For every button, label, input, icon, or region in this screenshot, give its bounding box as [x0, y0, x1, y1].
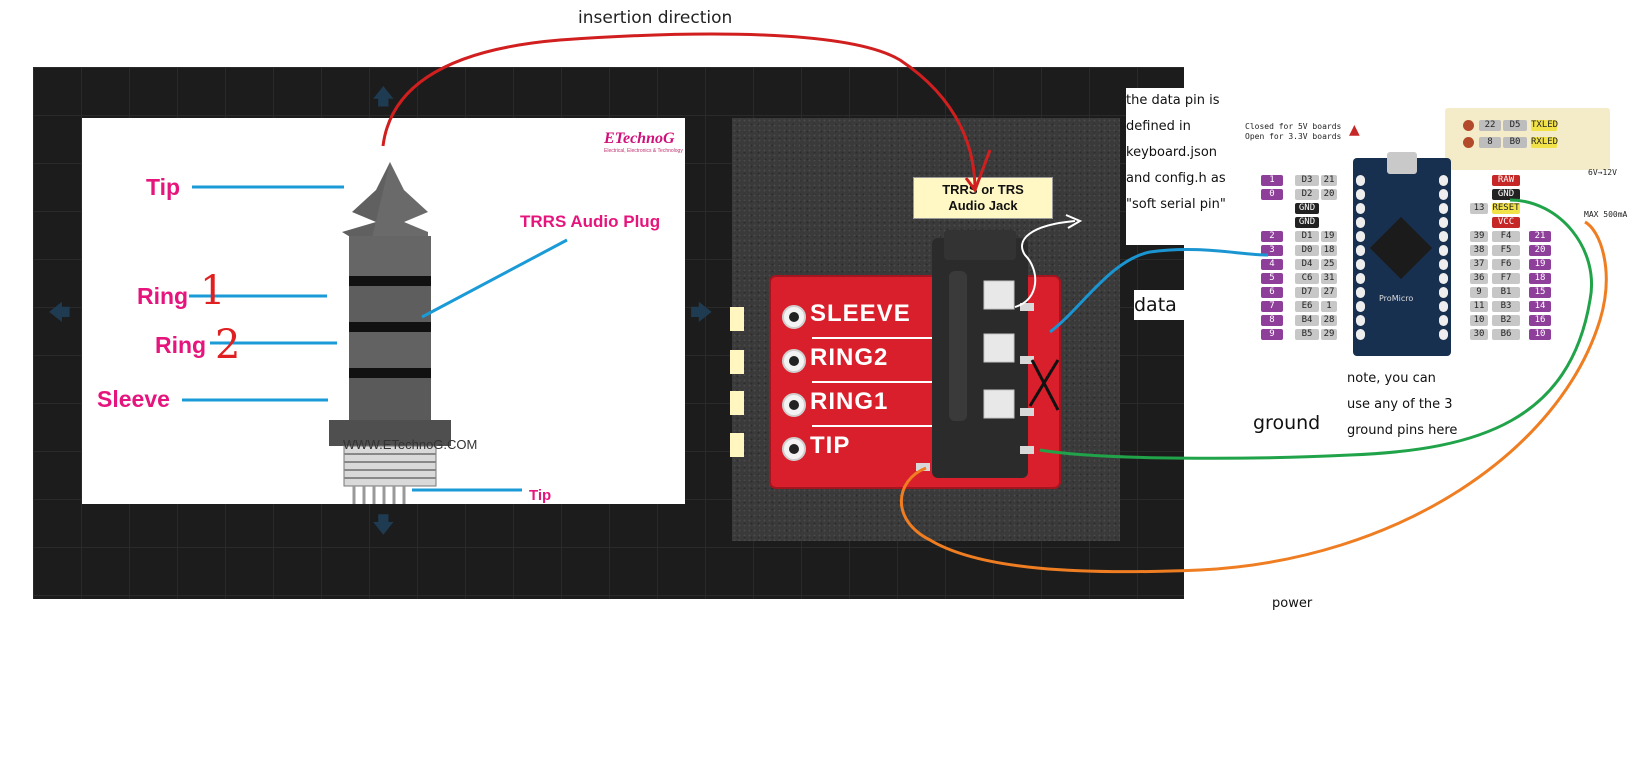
- insertion-arrow: [381, 32, 977, 191]
- power-wire: [900, 220, 1608, 574]
- wires-overlay: [381, 32, 1608, 574]
- cross-mark: [1028, 359, 1060, 411]
- insertion-arrowhead: [964, 149, 992, 194]
- white-pointer: [1014, 220, 1076, 308]
- ground-wire: [1039, 198, 1593, 460]
- data-wire: [1049, 248, 1269, 334]
